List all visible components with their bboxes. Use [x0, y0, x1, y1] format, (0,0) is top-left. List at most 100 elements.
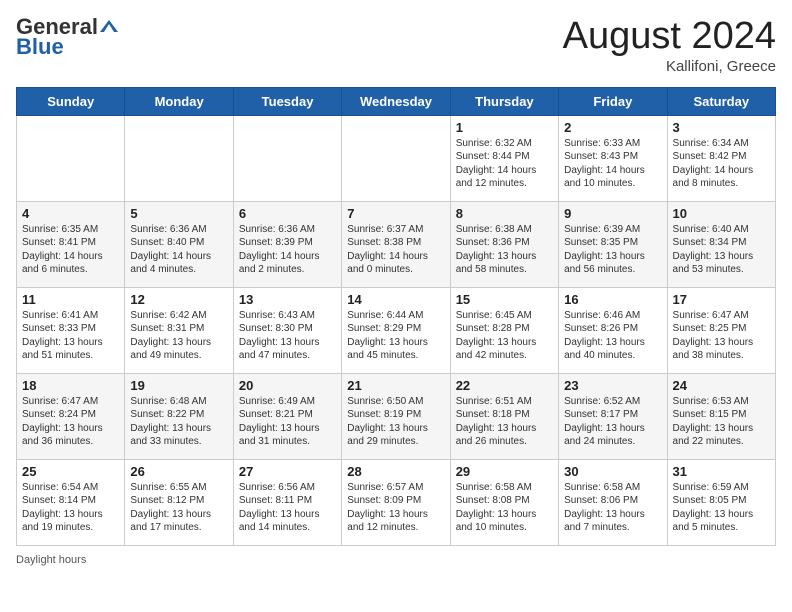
calendar-cell: 18 Sunrise: 6:47 AM Sunset: 8:24 PM Dayli…	[17, 373, 125, 459]
location: Kallifoni, Greece	[563, 58, 776, 75]
calendar-header: SundayMondayTuesdayWednesdayThursdayFrid…	[17, 87, 776, 115]
month-year: August 2024	[563, 16, 776, 58]
day-info: Sunrise: 6:53 AM Sunset: 8:15 PM Dayligh…	[673, 396, 754, 448]
day-number: 14	[347, 292, 444, 307]
day-of-week-header: Wednesday	[342, 87, 450, 115]
day-number: 28	[347, 464, 444, 479]
calendar-cell: 12Sunrise: 6:42 AM Sunset: 8:31 PM Dayli…	[125, 287, 233, 373]
day-info: Sunrise: 6:47 AM Sunset: 8:24 PM Dayligh…	[22, 396, 103, 448]
day-number: 29	[456, 464, 553, 479]
day-of-week-header: Sunday	[17, 87, 125, 115]
daylight-hours-label: Daylight hours	[16, 554, 86, 566]
day-info: Sunrise: 6:54 AM Sunset: 8:14 PM Dayligh…	[22, 482, 103, 534]
calendar-table: SundayMondayTuesdayWednesdayThursdayFrid…	[16, 87, 776, 546]
calendar-cell: 19Sunrise: 6:48 AM Sunset: 8:22 PM Dayli…	[125, 373, 233, 459]
day-number: 1	[456, 120, 553, 135]
day-info: Sunrise: 6:44 AM Sunset: 8:29 PM Dayligh…	[347, 310, 428, 362]
day-of-week-header: Monday	[125, 87, 233, 115]
calendar-cell: 28 Sunrise: 6:57 AM Sunset: 8:09 PM Dayli…	[342, 459, 450, 545]
day-info: Sunrise: 6:37 AM Sunset: 8:38 PM Dayligh…	[347, 224, 428, 276]
day-number: 10	[673, 206, 770, 221]
calendar-cell: 1 Sunrise: 6:32 AM Sunset: 8:44 PM Daylig…	[450, 115, 558, 201]
day-number: 6	[239, 206, 336, 221]
week-row: 25Sunrise: 6:54 AM Sunset: 8:14 PM Dayli…	[17, 459, 776, 545]
day-number: 26	[130, 464, 227, 479]
day-info: Sunrise: 6:36 AM Sunset: 8:39 PM Dayligh…	[239, 224, 320, 276]
calendar-cell	[17, 115, 125, 201]
day-info: Sunrise: 6:33 AM Sunset: 8:43 PM Dayligh…	[564, 138, 645, 190]
day-number: 17	[673, 292, 770, 307]
day-number: 18	[22, 378, 119, 393]
day-number: 20	[239, 378, 336, 393]
calendar-cell: 16 Sunrise: 6:46 AM Sunset: 8:26 PM Dayli…	[559, 287, 667, 373]
day-info: Sunrise: 6:56 AM Sunset: 8:11 PM Dayligh…	[239, 482, 320, 534]
week-row: 18 Sunrise: 6:47 AM Sunset: 8:24 PM Dayli…	[17, 373, 776, 459]
day-info: Sunrise: 6:49 AM Sunset: 8:21 PM Dayligh…	[239, 396, 320, 448]
calendar-cell: 24 Sunrise: 6:53 AM Sunset: 8:15 PM Dayli…	[667, 373, 775, 459]
day-info: Sunrise: 6:36 AM Sunset: 8:40 PM Dayligh…	[130, 224, 211, 276]
day-number: 2	[564, 120, 661, 135]
calendar-cell: 23Sunrise: 6:52 AM Sunset: 8:17 PM Dayli…	[559, 373, 667, 459]
calendar-cell: 10 Sunrise: 6:40 AM Sunset: 8:34 PM Dayli…	[667, 201, 775, 287]
calendar-cell: 2 Sunrise: 6:33 AM Sunset: 8:43 PM Daylig…	[559, 115, 667, 201]
calendar-cell: 4 Sunrise: 6:35 AM Sunset: 8:41 PM Daylig…	[17, 201, 125, 287]
calendar-cell	[342, 115, 450, 201]
day-info: Sunrise: 6:57 AM Sunset: 8:09 PM Dayligh…	[347, 482, 428, 534]
calendar-cell: 25Sunrise: 6:54 AM Sunset: 8:14 PM Dayli…	[17, 459, 125, 545]
calendar-body: 1 Sunrise: 6:32 AM Sunset: 8:44 PM Daylig…	[17, 115, 776, 545]
week-row: 4 Sunrise: 6:35 AM Sunset: 8:41 PM Daylig…	[17, 201, 776, 287]
day-info: Sunrise: 6:47 AM Sunset: 8:25 PM Dayligh…	[673, 310, 754, 362]
calendar-cell: 14 Sunrise: 6:44 AM Sunset: 8:29 PM Dayli…	[342, 287, 450, 373]
day-number: 7	[347, 206, 444, 221]
logo-blue: Blue	[16, 34, 64, 60]
calendar-cell: 30Sunrise: 6:58 AM Sunset: 8:06 PM Dayli…	[559, 459, 667, 545]
calendar-cell: 11 Sunrise: 6:41 AM Sunset: 8:33 PM Dayli…	[17, 287, 125, 373]
day-info: Sunrise: 6:46 AM Sunset: 8:26 PM Dayligh…	[564, 310, 645, 362]
day-info: Sunrise: 6:59 AM Sunset: 8:05 PM Dayligh…	[673, 482, 754, 534]
calendar-cell: 20 Sunrise: 6:49 AM Sunset: 8:21 PM Dayli…	[233, 373, 341, 459]
calendar-cell: 15 Sunrise: 6:45 AM Sunset: 8:28 PM Dayli…	[450, 287, 558, 373]
calendar-cell: 21 Sunrise: 6:50 AM Sunset: 8:19 PM Dayli…	[342, 373, 450, 459]
day-number: 21	[347, 378, 444, 393]
day-of-week-header: Tuesday	[233, 87, 341, 115]
day-number: 27	[239, 464, 336, 479]
day-number: 12	[130, 292, 227, 307]
calendar-cell: 7 Sunrise: 6:37 AM Sunset: 8:38 PM Daylig…	[342, 201, 450, 287]
title-block: August 2024 Kallifoni, Greece	[563, 16, 776, 75]
day-info: Sunrise: 6:35 AM Sunset: 8:41 PM Dayligh…	[22, 224, 103, 276]
day-number: 19	[130, 378, 227, 393]
day-info: Sunrise: 6:41 AM Sunset: 8:33 PM Dayligh…	[22, 310, 103, 362]
day-info: Sunrise: 6:50 AM Sunset: 8:19 PM Dayligh…	[347, 396, 428, 448]
day-number: 22	[456, 378, 553, 393]
calendar-cell: 3Sunrise: 6:34 AM Sunset: 8:42 PM Daylig…	[667, 115, 775, 201]
day-number: 8	[456, 206, 553, 221]
calendar-cell: 13 Sunrise: 6:43 AM Sunset: 8:30 PM Dayli…	[233, 287, 341, 373]
week-row: 11 Sunrise: 6:41 AM Sunset: 8:33 PM Dayli…	[17, 287, 776, 373]
logo: General Blue	[16, 16, 118, 60]
day-info: Sunrise: 6:43 AM Sunset: 8:30 PM Dayligh…	[239, 310, 320, 362]
day-number: 3	[673, 120, 770, 135]
day-info: Sunrise: 6:39 AM Sunset: 8:35 PM Dayligh…	[564, 224, 645, 276]
day-number: 4	[22, 206, 119, 221]
calendar-cell	[125, 115, 233, 201]
day-info: Sunrise: 6:58 AM Sunset: 8:06 PM Dayligh…	[564, 482, 645, 534]
day-number: 16	[564, 292, 661, 307]
calendar-cell: 17 Sunrise: 6:47 AM Sunset: 8:25 PM Dayli…	[667, 287, 775, 373]
day-of-week-header: Friday	[559, 87, 667, 115]
day-number: 13	[239, 292, 336, 307]
day-info: Sunrise: 6:40 AM Sunset: 8:34 PM Dayligh…	[673, 224, 754, 276]
day-number: 11	[22, 292, 119, 307]
day-info: Sunrise: 6:51 AM Sunset: 8:18 PM Dayligh…	[456, 396, 537, 448]
header-row: SundayMondayTuesdayWednesdayThursdayFrid…	[17, 87, 776, 115]
calendar-cell: 27 Sunrise: 6:56 AM Sunset: 8:11 PM Dayli…	[233, 459, 341, 545]
day-info: Sunrise: 6:55 AM Sunset: 8:12 PM Dayligh…	[130, 482, 211, 534]
logo-icon	[100, 18, 118, 36]
page-header: General Blue August 2024 Kallifoni, Gree…	[16, 16, 776, 75]
day-info: Sunrise: 6:45 AM Sunset: 8:28 PM Dayligh…	[456, 310, 537, 362]
calendar-cell: 26 Sunrise: 6:55 AM Sunset: 8:12 PM Dayli…	[125, 459, 233, 545]
day-info: Sunrise: 6:32 AM Sunset: 8:44 PM Dayligh…	[456, 138, 537, 190]
day-number: 24	[673, 378, 770, 393]
day-of-week-header: Thursday	[450, 87, 558, 115]
day-number: 15	[456, 292, 553, 307]
calendar-cell	[233, 115, 341, 201]
